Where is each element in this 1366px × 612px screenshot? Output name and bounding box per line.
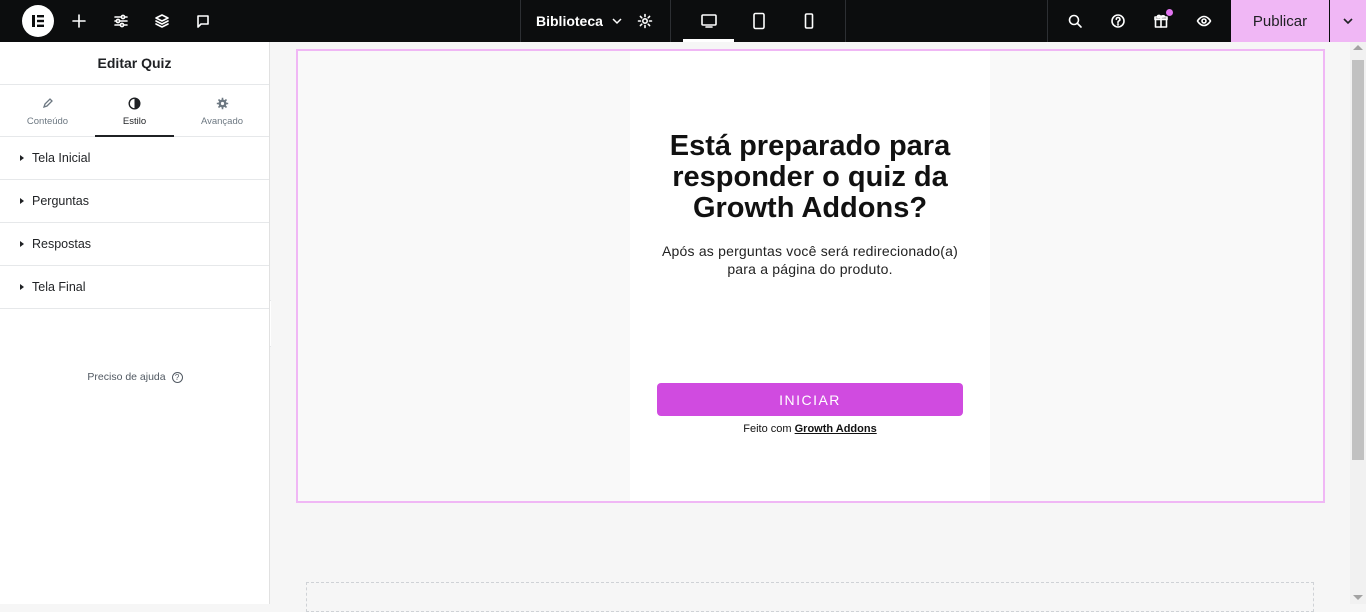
section-label: Tela Inicial [32,151,91,165]
desktop-icon[interactable] [683,0,734,42]
publish-options-button[interactable] [1330,0,1366,42]
section-label: Respostas [32,237,92,251]
divider [845,0,846,42]
top-bar: Biblioteca Publicar [0,0,1366,42]
scroll-down-arrow-icon[interactable] [1353,595,1363,600]
search-icon[interactable] [1062,0,1088,42]
divider [670,0,671,42]
section-tela-final[interactable]: Tela Final [0,266,269,309]
notification-dot [1166,9,1173,16]
section-label: Tela Final [32,280,86,294]
tab-advanced-label: Avançado [200,116,244,127]
help-link[interactable]: Preciso de ajuda ? [0,371,270,383]
library-dropdown[interactable]: Biblioteca [536,0,623,42]
panel-title: Editar Quiz [0,42,269,85]
quiz-subtitle: Após as perguntas você será redirecionad… [662,243,958,277]
eye-icon[interactable] [1191,0,1217,42]
add-section-area[interactable] [306,582,1314,612]
start-quiz-button[interactable]: INICIAR [657,383,963,416]
growth-addons-link[interactable]: Growth Addons [795,423,877,435]
help-label: Preciso de ajuda [87,371,166,383]
comment-icon[interactable] [190,0,216,42]
made-with-credit: Feito com Growth Addons [630,423,990,435]
contrast-icon [128,94,141,112]
tab-content[interactable]: Conteúdo [8,85,87,136]
tab-style-label: Estilo [122,116,147,127]
tablet-icon[interactable] [734,0,784,42]
gear-icon[interactable] [632,0,658,42]
section-respostas[interactable]: Respostas [0,223,269,266]
quiz-start-card: Está preparado para responder o quiz da … [630,51,990,501]
question-icon: ? [171,371,183,383]
section-label: Perguntas [32,194,89,208]
gear-icon [216,94,229,112]
made-with-prefix: Feito com [743,423,795,435]
plus-icon[interactable] [66,0,92,42]
mobile-icon[interactable] [784,0,834,42]
chevron-down-icon [611,15,623,27]
section-tela-inicial[interactable]: Tela Inicial [0,137,269,180]
publish-button[interactable]: Publicar [1231,0,1329,42]
tab-style[interactable]: Estilo [95,85,174,137]
divider [1047,0,1048,42]
chevron-down-icon [1341,14,1355,28]
elementor-logo-icon[interactable] [22,5,54,37]
caret-right-icon [20,284,24,290]
library-label: Biblioteca [536,13,603,29]
sliders-icon[interactable] [108,0,134,42]
scroll-up-arrow-icon[interactable] [1353,45,1363,50]
caret-right-icon [20,241,24,247]
help-icon[interactable] [1105,0,1131,42]
quiz-headline: Está preparado para responder o quiz da … [669,130,951,224]
layers-icon[interactable] [149,0,175,42]
panel-tabs: Conteúdo Estilo Avançado [0,85,269,137]
gift-icon[interactable] [1148,0,1174,42]
scrollbar-thumb[interactable] [1352,60,1364,460]
caret-right-icon [20,155,24,161]
pencil-icon [42,94,54,112]
editor-panel: Editar Quiz Conteúdo Estilo Avançado Tel… [0,42,270,604]
tab-content-label: Conteúdo [26,116,69,127]
caret-right-icon [20,198,24,204]
divider [520,0,521,42]
section-perguntas[interactable]: Perguntas [0,180,269,223]
tab-advanced[interactable]: Avançado [182,85,262,136]
